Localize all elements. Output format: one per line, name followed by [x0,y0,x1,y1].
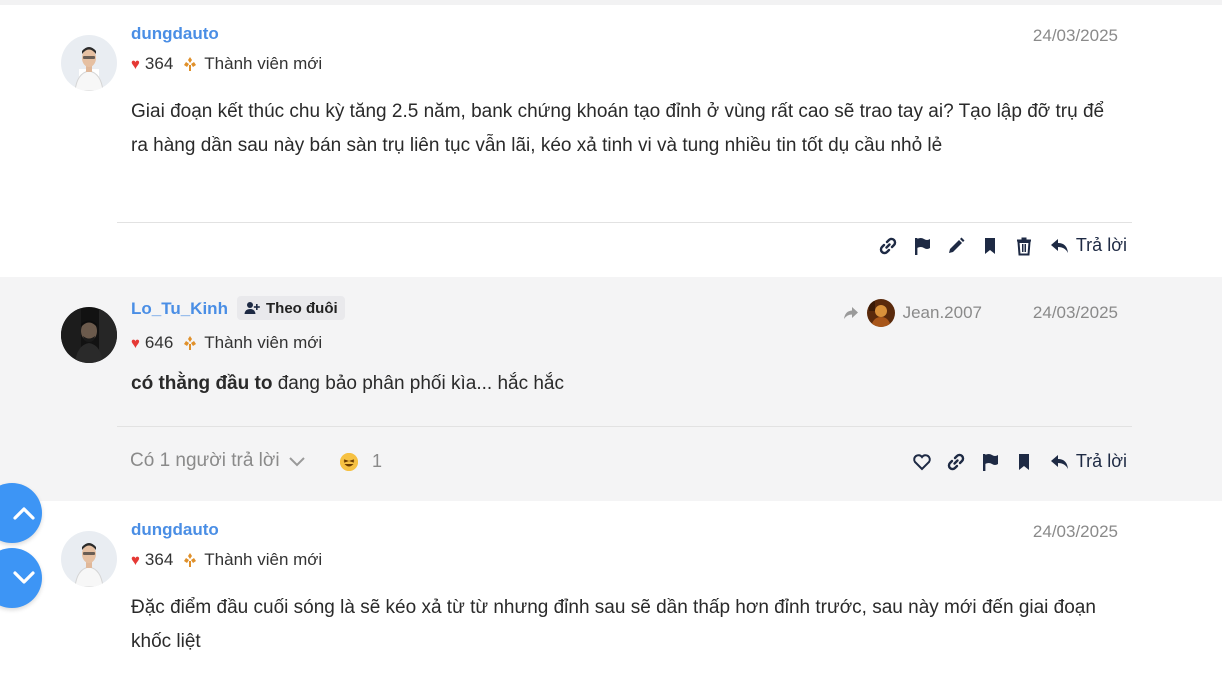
reply-label: Trả lời [1075,451,1127,471]
author-meta: ♥ 646 Thành viên mới [131,333,322,353]
like-count: 646 [144,333,174,352]
reply-icon [1050,238,1068,253]
post-2: Lo_Tu_Kinh Theo đuôi ♥ 646 Thành viên mớ… [0,277,1222,501]
post-date: 24/03/2025 [1032,26,1118,45]
rank-label: Thành viên mới [204,550,323,569]
heart-icon: ♥ [131,55,140,73]
author-meta: ♥ 364 Thành viên mới [131,54,322,74]
chevron-down-icon [288,457,305,467]
reply-label: Trả lời [1075,235,1127,255]
heart-icon: ♥ [131,551,140,569]
follow-label: Theo đuôi [266,299,338,317]
flag-icon[interactable] [912,236,932,256]
post-actions: Trả lời [912,451,1127,472]
post-3: dungdauto ♥ 364 Thành viên mới 24/03/202… [0,501,1222,675]
heart-outline-icon[interactable] [912,452,932,472]
trash-icon[interactable] [1014,236,1034,256]
reply-button[interactable]: Trả lời [1050,235,1127,256]
post-body: có thằng đầu to đang bảo phân phối kìa..… [131,367,1121,401]
follow-user-icon [244,302,260,314]
author-meta: ♥ 364 Thành viên mới [131,550,322,570]
reaction-count: 1 [372,451,383,471]
like-count: 364 [144,550,174,569]
replies-toggle[interactable]: Có 1 người trả lời [130,450,306,472]
quoted-user-ref[interactable]: Jean.2007 [843,299,982,327]
post-actions: Trả lời [878,235,1127,256]
reply-icon [1050,454,1068,469]
link-icon[interactable] [878,236,898,256]
rank-icon [183,335,197,351]
chevron-down-icon [13,571,35,584]
link-icon[interactable] [946,452,966,472]
rank-label: Thành viên mới [204,54,323,73]
rank-label: Thành viên mới [204,333,323,352]
author-avatar[interactable] [61,531,117,587]
heart-icon: ♥ [131,334,140,352]
author-name[interactable]: Lo_Tu_Kinh [131,299,228,319]
post-date: 24/03/2025 [1032,522,1118,541]
author-avatar[interactable] [61,307,117,363]
quoted-user-name: Jean.2007 [902,303,982,322]
follow-badge[interactable]: Theo đuôi [237,296,345,320]
post-body-rest: đang bảo phân phối kìa... hắc hắc [272,373,564,394]
post-body: Đặc điểm đầu cuối sóng là sẽ kéo xả từ t… [131,597,1096,652]
author-name[interactable]: dungdauto [131,520,219,540]
post-1: dungdauto ♥ 364 Thành viên mới 24/03/202… [0,5,1222,277]
rank-icon [183,552,197,568]
post-date: 24/03/2025 [1032,303,1118,322]
author-name[interactable]: dungdauto [131,24,219,44]
divider [117,222,1132,223]
share-icon [843,307,858,319]
divider [117,426,1132,427]
chevron-up-icon [13,507,35,520]
pencil-icon[interactable] [946,236,966,256]
bookmark-icon[interactable] [1014,452,1034,472]
reaction-summary[interactable]: 1 [340,451,382,472]
quoted-user-avatar [866,299,895,327]
flag-icon[interactable] [980,452,1000,472]
post-body-bold: có thằng đầu to [131,373,273,394]
like-count: 364 [144,54,174,73]
reply-button[interactable]: Trả lời [1050,451,1127,472]
author-avatar[interactable] [61,35,117,91]
rank-icon [183,56,197,72]
laugh-emoji-icon [340,452,358,471]
post-body: Giai đoạn kết thúc chu kỳ tăng 2.5 năm, … [131,101,1105,156]
bookmark-icon[interactable] [980,236,1000,256]
replies-count-label: Có 1 người trả lời [130,450,280,471]
